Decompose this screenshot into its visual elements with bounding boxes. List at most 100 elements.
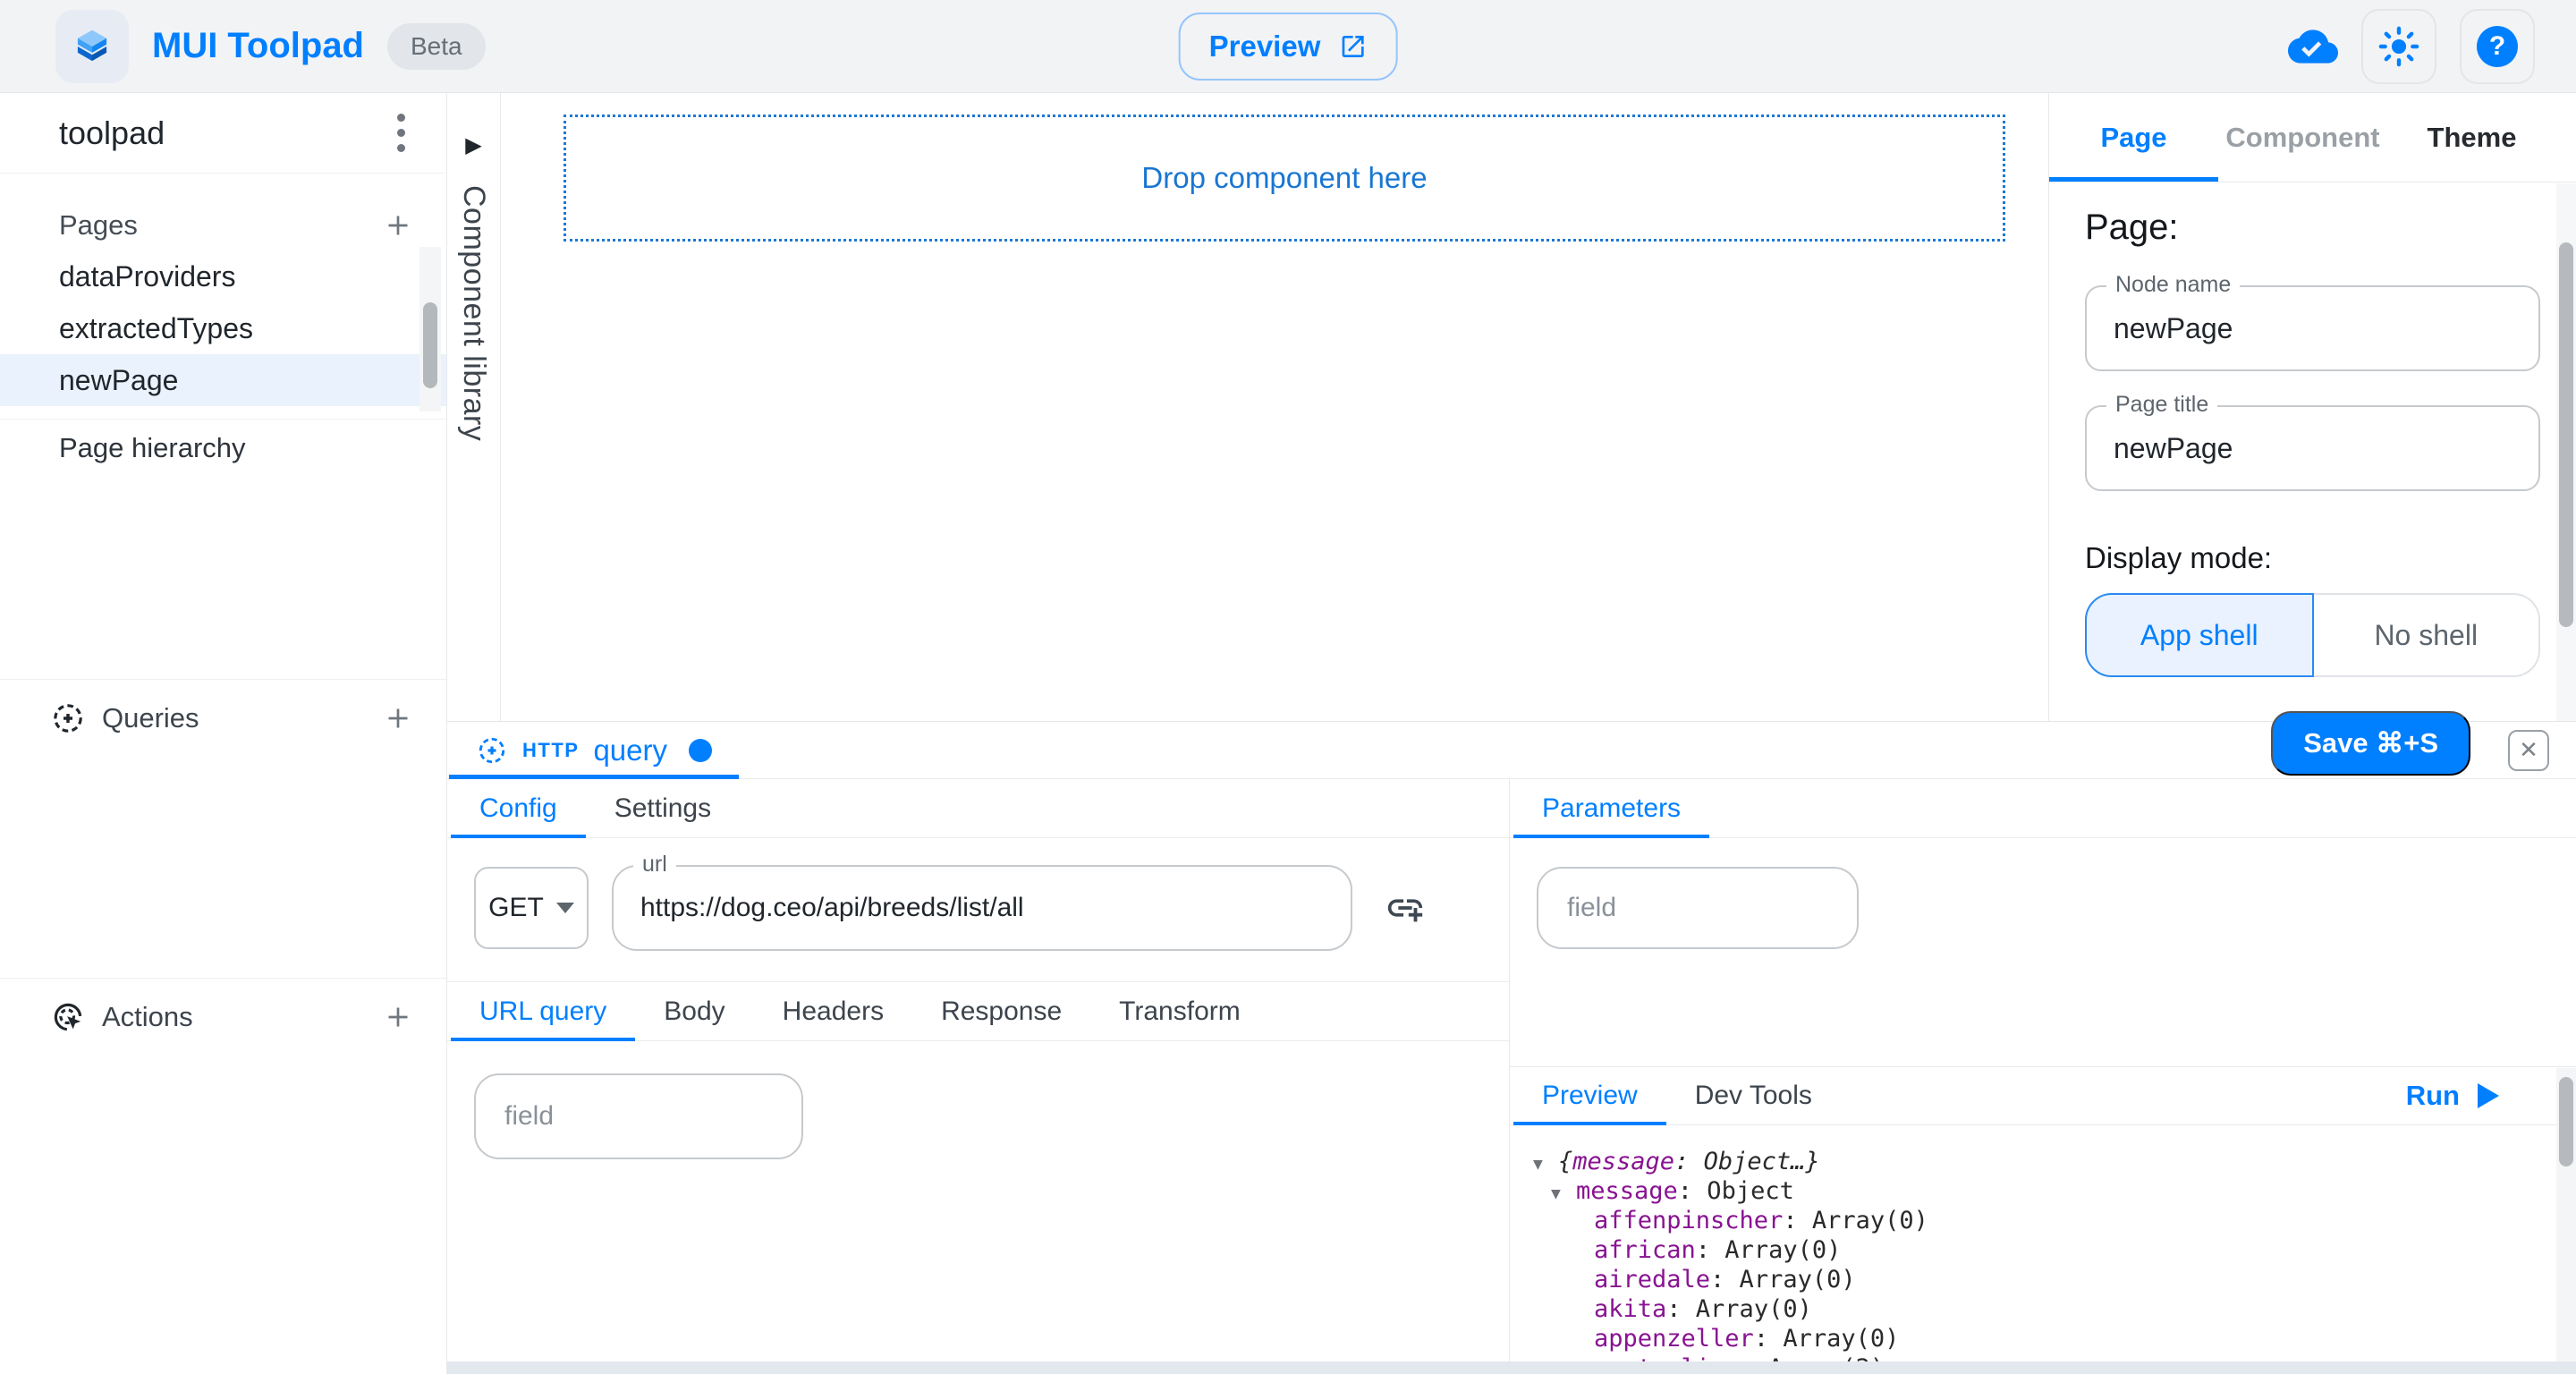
page-hierarchy-item[interactable]: Page hierarchy: [0, 420, 446, 477]
tab-dev-tools[interactable]: Dev Tools: [1666, 1067, 1841, 1124]
expand-panel-arrow-icon[interactable]: ▶: [465, 132, 481, 158]
add-page-button[interactable]: [382, 209, 414, 242]
inspector-scrollbar[interactable]: [2556, 183, 2576, 721]
inspector-body: Page: Node name Page title Display mode:…: [2049, 182, 2576, 721]
brand: MUI Toolpad Beta: [55, 10, 486, 83]
sidebar-page-item[interactable]: extractedTypes: [0, 302, 446, 354]
inspector-scrollbar-thumb[interactable]: [2559, 242, 2573, 627]
tab-preview[interactable]: Preview: [1513, 1067, 1666, 1124]
toggle-no-shell[interactable]: No shell: [2314, 593, 2541, 677]
json-tree-row[interactable]: ▼message: Object: [1551, 1176, 2576, 1206]
tree-expander-icon[interactable]: ▶: [1569, 1356, 1594, 1361]
tree-expander-icon[interactable]: ▼: [1551, 1179, 1576, 1209]
pages-scrollbar[interactable]: [419, 247, 441, 411]
beta-badge: Beta: [387, 23, 486, 70]
add-link-icon[interactable]: [1385, 887, 1426, 929]
request-subtab[interactable]: Body: [635, 982, 753, 1040]
tab-settings[interactable]: Settings: [586, 779, 740, 837]
theme-toggle-button[interactable]: [2361, 9, 2436, 84]
actions-header-text: Actions: [102, 1001, 193, 1033]
close-panel-button[interactable]: ✕: [2508, 730, 2549, 771]
pages-scrollbar-thumb[interactable]: [423, 302, 437, 388]
unsaved-changes-dot: [689, 739, 712, 762]
top-bar: MUI Toolpad Beta Preview ?: [0, 0, 2576, 93]
save-button[interactable]: Save ⌘+S: [2271, 711, 2470, 776]
results-header: Preview Dev Tools Run: [1510, 1066, 2576, 1125]
tab-page[interactable]: Page: [2049, 93, 2218, 182]
json-value: : Object: [1678, 1176, 1794, 1206]
page-title-field[interactable]: Page title: [2085, 405, 2540, 491]
queries-header-text: Queries: [102, 702, 199, 734]
json-tree-row: appenzeller: Array(0): [1569, 1324, 2576, 1353]
editor-area: ▶ Component library Drop component here …: [447, 93, 2576, 721]
json-tree-row: african: Array(0): [1569, 1235, 2576, 1265]
help-button[interactable]: ?: [2460, 9, 2535, 84]
json-key: affenpinscher: [1594, 1206, 1783, 1235]
toggle-app-shell[interactable]: App shell: [2085, 593, 2314, 677]
query-editor-panel: HTTP query Save ⌘+S ✕ Config Settings: [447, 721, 2576, 1361]
parameters-area: [1510, 838, 2576, 1066]
json-tree-row[interactable]: ▶australian: Array(2): [1569, 1353, 2576, 1361]
pages-section-header: Pages: [0, 200, 446, 250]
request-subtab[interactable]: URL query: [451, 982, 635, 1040]
node-name-field[interactable]: Node name: [2085, 285, 2540, 371]
component-library-panel[interactable]: ▶ Component library: [447, 93, 501, 721]
tab-parameters[interactable]: Parameters: [1513, 779, 1709, 837]
json-key: message: [1572, 1147, 1674, 1176]
app-title: MUI Toolpad: [152, 26, 364, 66]
query-panel-header: HTTP query Save ⌘+S ✕: [447, 722, 2576, 779]
json-tree-row[interactable]: ▼{message: Object…}: [1533, 1147, 2576, 1176]
results-scrollbar-thumb[interactable]: [2559, 1077, 2573, 1166]
url-field[interactable]: url: [612, 865, 1352, 951]
sidebar-page-item[interactable]: newPage: [0, 354, 446, 406]
horizontal-scrollbar-track[interactable]: [447, 1361, 2576, 1374]
json-brace: {: [1558, 1147, 1572, 1176]
chevron-down-icon: [556, 903, 574, 913]
tab-config[interactable]: Config: [451, 779, 586, 837]
request-subtab[interactable]: Response: [912, 982, 1090, 1040]
play-icon: [2478, 1083, 2499, 1108]
add-action-button[interactable]: [382, 1001, 414, 1033]
project-menu-kebab-icon[interactable]: [392, 108, 411, 157]
preview-button[interactable]: Preview: [1179, 13, 1398, 81]
query-tab[interactable]: HTTP query: [449, 722, 739, 778]
sidebar-page-item[interactable]: dataProviders: [0, 250, 446, 302]
run-button-label: Run: [2406, 1080, 2460, 1112]
request-subtab[interactable]: Transform: [1090, 982, 1269, 1040]
results-scrollbar[interactable]: [2556, 1068, 2576, 1361]
http-method-select[interactable]: GET: [474, 867, 589, 949]
close-icon: ✕: [2519, 736, 2538, 764]
url-input[interactable]: [640, 893, 1324, 923]
pages-header-label: Pages: [59, 209, 382, 242]
tree-expander-icon[interactable]: ▼: [1533, 1149, 1558, 1179]
project-title-row: toolpad: [0, 93, 446, 174]
parameter-field-input[interactable]: [1567, 893, 1828, 923]
component-library-label: Component library: [456, 185, 491, 441]
node-name-label: Node name: [2106, 272, 2240, 298]
dropzone-label: Drop component here: [1141, 161, 1427, 195]
run-button[interactable]: Run: [2406, 1080, 2499, 1112]
tab-component[interactable]: Component: [2218, 93, 2387, 182]
component-dropzone[interactable]: Drop component here: [564, 114, 2005, 242]
explorer-sidebar: toolpad Pages dataProvidersextractedType…: [0, 93, 447, 1374]
json-tree-row: airedale: Array(0): [1569, 1265, 2576, 1294]
url-query-field[interactable]: [474, 1073, 803, 1159]
url-query-field-input[interactable]: [504, 1101, 773, 1132]
queries-header-label: Queries: [50, 700, 382, 736]
http-method-value: GET: [488, 893, 544, 923]
add-query-button[interactable]: [382, 702, 414, 734]
page-title-input[interactable]: [2114, 432, 2512, 465]
page-title-label: Page title: [2106, 392, 2217, 418]
tab-theme[interactable]: Theme: [2387, 93, 2556, 182]
request-row: GET url: [474, 865, 1482, 951]
preview-button-label: Preview: [1209, 30, 1321, 64]
actions-section-header: Actions: [0, 978, 446, 1055]
json-key: african: [1594, 1235, 1696, 1265]
node-name-input[interactable]: [2114, 312, 2512, 345]
request-subtab[interactable]: Headers: [754, 982, 912, 1040]
parameter-field[interactable]: [1537, 867, 1859, 949]
json-key: message: [1576, 1176, 1678, 1206]
topbar-actions: ?: [2288, 9, 2535, 84]
pages-list: dataProvidersextractedTypesnewPage: [0, 250, 446, 406]
json-key: airedale: [1594, 1265, 1710, 1294]
